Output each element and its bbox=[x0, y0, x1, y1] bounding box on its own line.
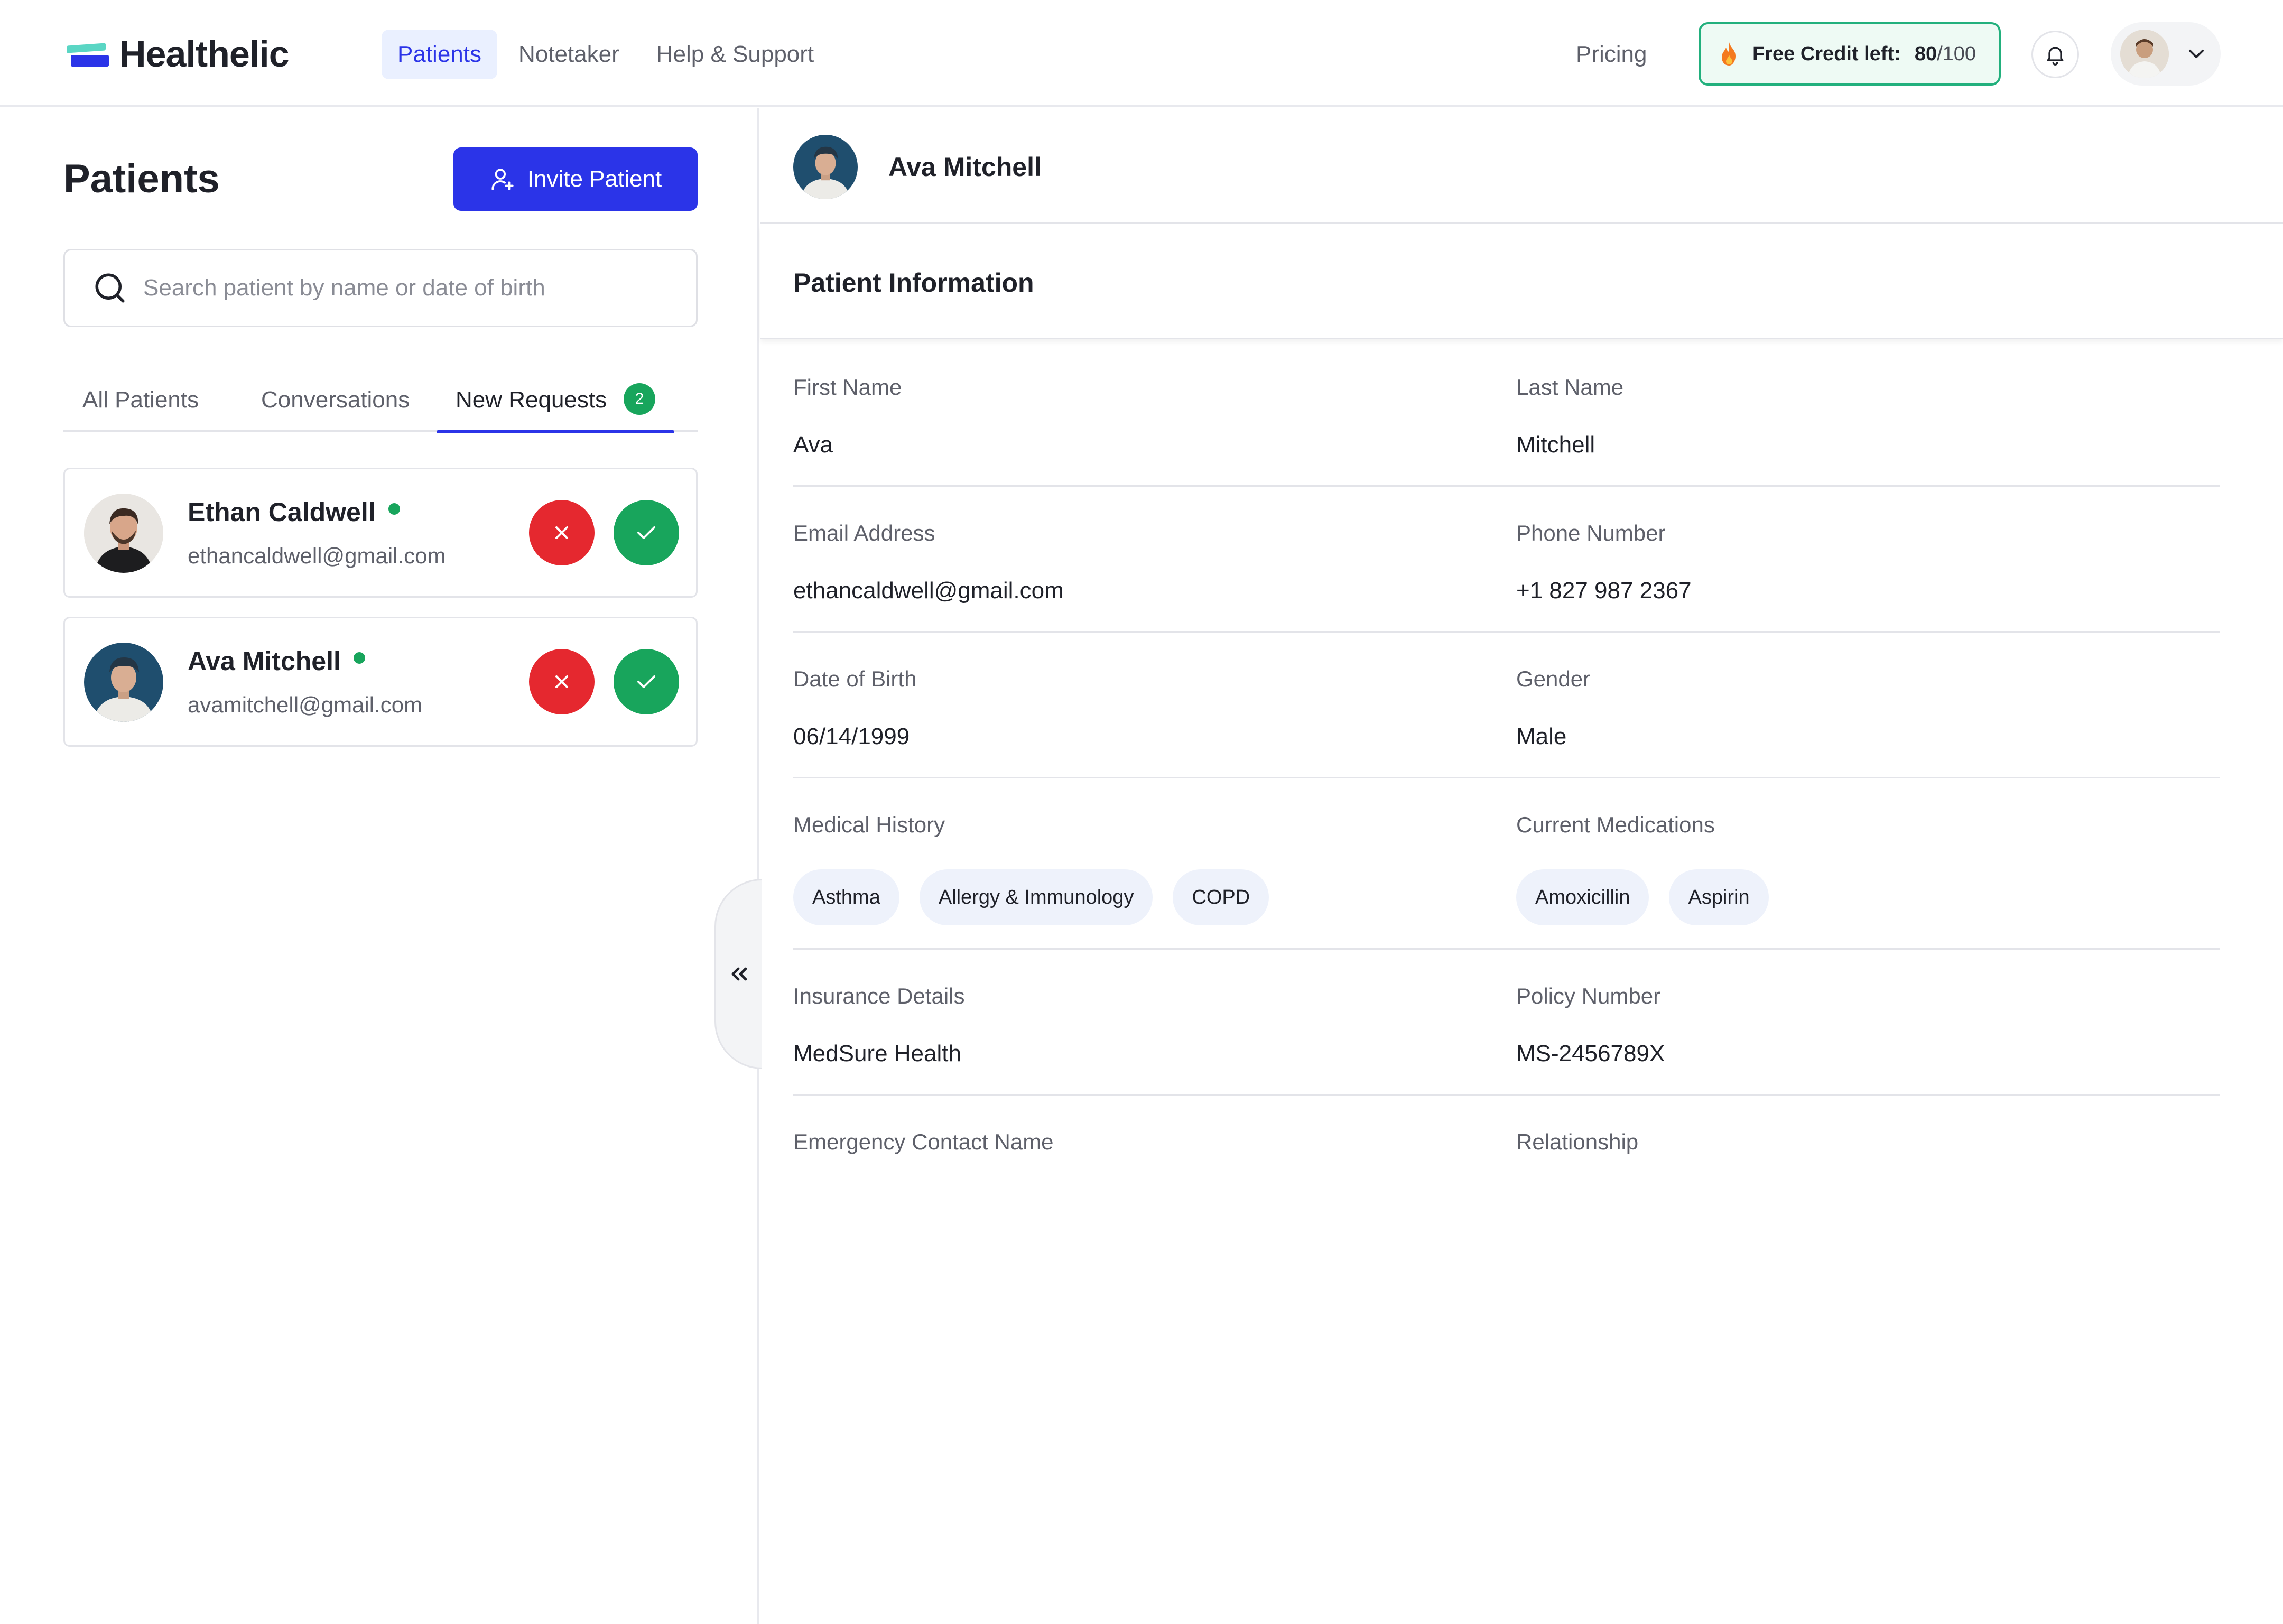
info-row: Emergency Contact Name Relationship bbox=[793, 1129, 1639, 1154]
avatar bbox=[793, 135, 858, 199]
patient-tabs: All Patients Conversations New Requests 2 bbox=[63, 375, 698, 433]
invite-patient-button[interactable]: Invite Patient bbox=[453, 147, 698, 211]
request-card[interactable]: Ava Mitchell avamitchell@gmail.com bbox=[63, 617, 698, 747]
collapse-panel-button[interactable] bbox=[714, 879, 762, 1069]
patient-detail-header: Ava Mitchell bbox=[760, 108, 2283, 224]
online-status-dot bbox=[388, 503, 400, 515]
credit-used: 80 bbox=[1914, 42, 1937, 65]
chip: Aspirin bbox=[1669, 869, 1769, 925]
patients-panel: Patients Invite Patient All Patients Con… bbox=[0, 108, 762, 1624]
patient-detail-panel: Ava Mitchell Patient Information First N… bbox=[760, 108, 2283, 1624]
tab-new-requests-label: New Requests bbox=[456, 387, 607, 413]
page-title: Patients bbox=[63, 156, 220, 201]
check-icon bbox=[634, 671, 658, 692]
reject-request-button[interactable] bbox=[529, 500, 595, 565]
chevron-down-icon bbox=[2187, 48, 2206, 60]
section-title: Patient Information bbox=[793, 268, 1034, 298]
tab-conversations[interactable]: Conversations bbox=[261, 375, 410, 432]
credit-total: /100 bbox=[1937, 42, 1976, 65]
top-header: Healthelic Patients Notetaker Help & Sup… bbox=[0, 0, 2283, 107]
medical-history-chips: Asthma Allergy & Immunology COPD bbox=[793, 869, 1289, 925]
logo-icon bbox=[67, 38, 109, 70]
reject-request-button[interactable] bbox=[529, 649, 595, 714]
nav-patients[interactable]: Patients bbox=[382, 30, 497, 79]
search-icon bbox=[92, 271, 127, 305]
tab-new-requests[interactable]: New Requests 2 bbox=[436, 375, 675, 433]
main-nav: Patients Notetaker Help & Support bbox=[382, 30, 835, 79]
avatar bbox=[84, 494, 163, 573]
patient-search[interactable] bbox=[63, 249, 698, 327]
chip: COPD bbox=[1173, 869, 1269, 925]
info-row: Email Address ethancaldwell@gmail.com Ph… bbox=[793, 487, 2220, 633]
new-requests-count-badge: 2 bbox=[624, 383, 656, 415]
check-icon bbox=[634, 522, 658, 543]
accept-request-button[interactable] bbox=[614, 500, 679, 565]
profile-menu[interactable] bbox=[2111, 22, 2221, 86]
free-credit-badge[interactable]: Free Credit left: 80/100 bbox=[1699, 22, 2001, 86]
medication-chips: Amoxicillin Aspirin bbox=[1516, 869, 1789, 925]
invite-patient-label: Invite Patient bbox=[527, 166, 662, 192]
patient-detail-name: Ava Mitchell bbox=[888, 152, 1042, 182]
info-row: First Name Ava Last Name Mitchell bbox=[793, 341, 2220, 487]
close-icon bbox=[551, 671, 572, 692]
patient-email: avamitchell@gmail.com bbox=[188, 692, 423, 717]
nav-pricing[interactable]: Pricing bbox=[1576, 38, 1647, 71]
notifications-button[interactable] bbox=[2031, 31, 2079, 78]
request-card[interactable]: Ethan Caldwell ethancaldwell@gmail.com bbox=[63, 468, 698, 598]
accept-request-button[interactable] bbox=[614, 649, 679, 714]
fire-icon bbox=[1719, 41, 1740, 67]
chip: Asthma bbox=[793, 869, 899, 925]
online-status-dot bbox=[353, 652, 365, 664]
nav-notetaker[interactable]: Notetaker bbox=[503, 30, 635, 79]
user-avatar bbox=[2120, 30, 2169, 78]
bell-icon bbox=[2044, 43, 2067, 66]
info-row: Insurance Details MedSure Health Policy … bbox=[793, 950, 2220, 1096]
info-row: Date of Birth 06/14/1999 Gender Male bbox=[793, 633, 2220, 778]
tab-all-patients[interactable]: All Patients bbox=[82, 375, 199, 432]
nav-help-support[interactable]: Help & Support bbox=[641, 30, 830, 79]
info-row: Medical History Asthma Allergy & Immunol… bbox=[793, 778, 2220, 950]
close-icon bbox=[551, 522, 572, 543]
avatar bbox=[84, 643, 163, 722]
brand-logo[interactable]: Healthelic bbox=[67, 33, 290, 75]
patient-information-section: Patient Information bbox=[760, 225, 2283, 339]
chip: Allergy & Immunology bbox=[919, 869, 1153, 925]
patient-name: Ava Mitchell bbox=[188, 646, 365, 676]
patient-email: ethancaldwell@gmail.com bbox=[188, 543, 446, 568]
search-input[interactable] bbox=[143, 275, 672, 301]
patient-name: Ethan Caldwell bbox=[188, 497, 400, 527]
chip: Amoxicillin bbox=[1516, 869, 1649, 925]
add-user-icon bbox=[489, 166, 527, 192]
credit-label: Free Credit left: bbox=[1752, 42, 1901, 65]
brand-name: Healthelic bbox=[119, 33, 290, 75]
chevrons-left-icon bbox=[728, 964, 751, 983]
